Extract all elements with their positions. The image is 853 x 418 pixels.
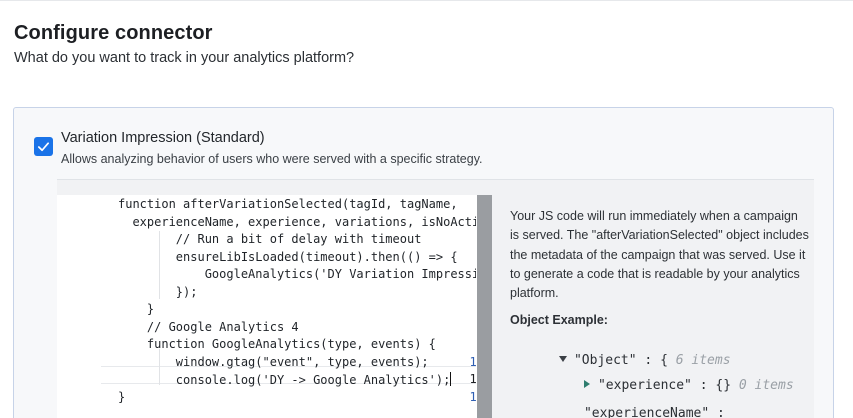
- checkmark-icon: [37, 142, 50, 152]
- code-line: ensureLibIsLoaded(timeout).then(() => {: [118, 249, 458, 264]
- code-line: window.gtag("event", type, events);: [118, 354, 429, 369]
- item-count: 0 items: [738, 378, 794, 393]
- object-experience-name-row: "experienceName" :: [537, 391, 725, 418]
- code-line: experienceName, experience, variations, …: [118, 214, 476, 229]
- expand-triangle-icon[interactable]: [583, 380, 590, 388]
- option-title: Variation Impression (Standard): [61, 130, 265, 146]
- code-line: // Google Analytics 4: [118, 319, 299, 334]
- variation-impression-checkbox[interactable]: [34, 137, 53, 156]
- page-subtitle: What do you want to track in your analyt…: [14, 50, 355, 66]
- info-text: Your JS code will run immediately when a…: [510, 209, 809, 301]
- code-line: GoogleAnalytics('DY Variation Impression…: [204, 267, 476, 281]
- line-number-gutter: [57, 195, 101, 418]
- code-panel: function afterVariationSelected(tagId, t…: [57, 179, 814, 418]
- code-area[interactable]: function afterVariationSelected(tagId, t…: [101, 195, 476, 418]
- code-line: }: [118, 302, 155, 316]
- code-line: function afterVariationSelected(tagId, t…: [118, 197, 458, 211]
- object-example-label: Object Example:: [510, 313, 608, 327]
- collapse-triangle-icon[interactable]: [558, 356, 567, 362]
- code-line: function GoogleAnalytics(type, events) {: [118, 337, 436, 351]
- editor-scrollbar[interactable]: [477, 195, 492, 418]
- code-line: // Run a bit of delay with timeout: [118, 232, 422, 246]
- code-editor[interactable]: function afterVariationSelected(tagId, t…: [57, 195, 492, 418]
- code-line: }: [118, 389, 126, 404]
- code-line: });: [118, 284, 198, 299]
- object-key: "experienceName": [583, 406, 710, 418]
- top-divider: [0, 0, 853, 1]
- page-title: Configure connector: [14, 22, 213, 44]
- code-line: console.log('DY -> Google Analytics');: [118, 372, 452, 387]
- option-card: Variation Impression (Standard) Allows a…: [13, 107, 834, 418]
- text-caret: [450, 372, 452, 386]
- option-description: Allows analyzing behavior of users who w…: [61, 152, 483, 166]
